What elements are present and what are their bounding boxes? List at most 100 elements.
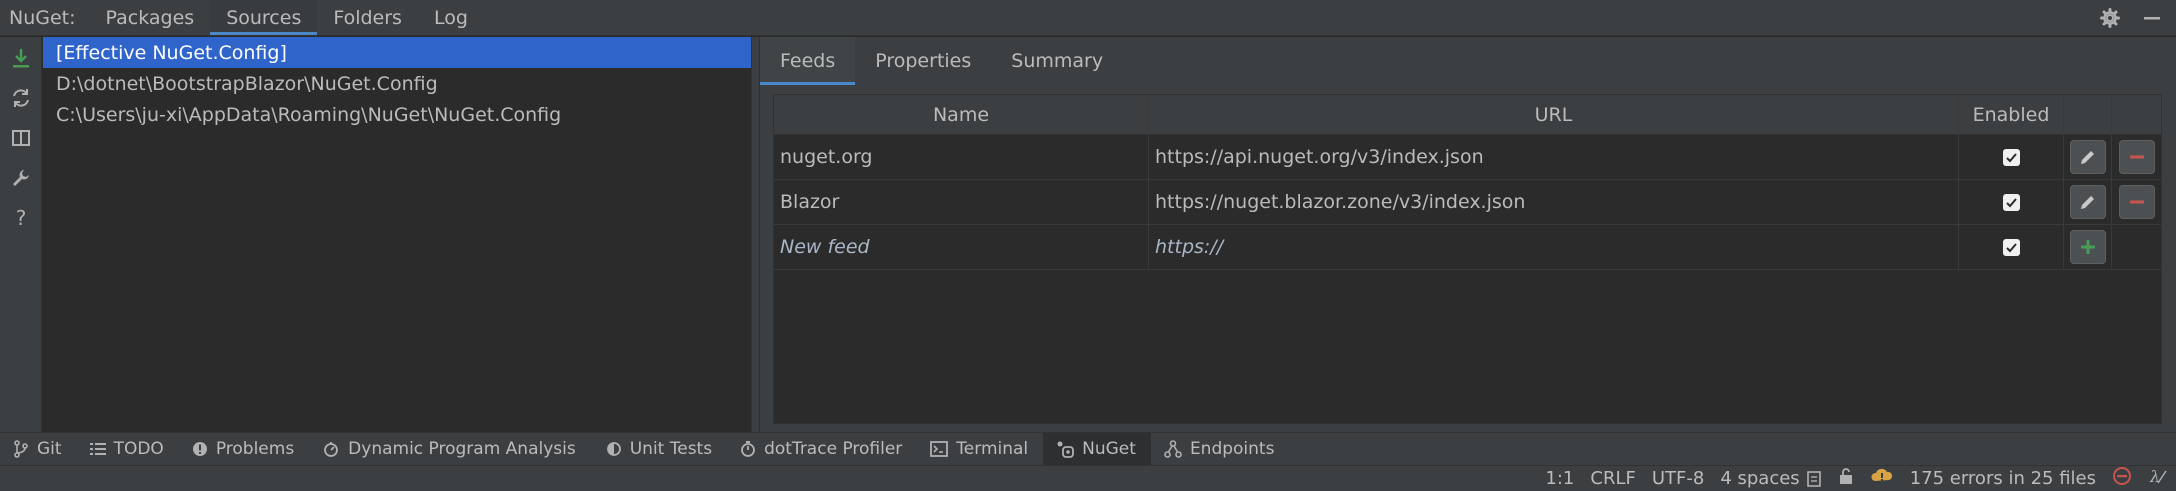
feed-name-cell[interactable]: Blazor <box>774 180 1149 224</box>
minus-icon <box>2129 200 2144 204</box>
tab-summary[interactable]: Summary <box>991 37 1123 85</box>
source-item[interactable]: D:\dotnet\BootstrapBlazor\NuGet.Config <box>43 68 751 99</box>
warning-cloud-icon[interactable] <box>1870 466 1894 491</box>
unit-tests-icon <box>606 442 621 456</box>
feed-url-cell[interactable]: https://nuget.blazor.zone/v3/index.json <box>1149 180 1959 224</box>
column-header-url[interactable]: URL <box>1149 95 1959 134</box>
indent-setting[interactable]: 4 spaces <box>1720 468 1821 489</box>
columns-icon[interactable] <box>5 123 37 153</box>
enabled-checkbox[interactable] <box>2002 193 2020 211</box>
tool-window-label: NuGet <box>1082 439 1136 459</box>
feed-url-cell[interactable]: https://api.nuget.org/v3/index.json <box>1149 135 1959 179</box>
feed-name-cell[interactable]: nuget.org <box>774 135 1149 179</box>
stopwatch-icon <box>741 441 755 457</box>
feed-remove-cell <box>2112 135 2161 179</box>
minus-icon <box>2129 155 2144 159</box>
pencil-icon <box>2080 196 2094 209</box>
edit-feed-button[interactable] <box>2069 185 2106 219</box>
no-entry-icon[interactable] <box>2112 466 2132 491</box>
table-row: Blazor https://nuget.blazor.zone/v3/inde… <box>774 180 2161 225</box>
tab-log[interactable]: Log <box>418 0 484 35</box>
tool-window-label: Unit Tests <box>629 439 713 459</box>
nuget-tab-bar: NuGet: Packages Sources Folders Log <box>0 0 2176 36</box>
tab-feeds[interactable]: Feeds <box>760 37 856 85</box>
file-encoding[interactable]: UTF-8 <box>1652 468 1704 489</box>
source-item[interactable]: C:\Users\ju-xi\AppData\Roaming\NuGet\NuG… <box>43 99 751 130</box>
tool-window-label: Endpoints <box>1189 439 1275 459</box>
remove-feed-button[interactable] <box>2118 185 2155 219</box>
terminal-icon <box>930 441 949 457</box>
tool-window-terminal[interactable]: Terminal <box>917 433 1043 465</box>
tab-properties[interactable]: Properties <box>855 37 991 85</box>
enabled-checkbox[interactable] <box>2002 148 2020 166</box>
inspection-icon[interactable]: λ <box>2148 466 2168 491</box>
tool-window-label: Dynamic Program Analysis <box>348 439 576 459</box>
tool-window-bar: Git TODO Problems Dynamic Program Analys… <box>0 432 2176 465</box>
editorconfig-icon <box>1806 470 1821 487</box>
tool-window-label: TODO <box>113 439 164 459</box>
tool-window-git[interactable]: Git <box>0 433 77 465</box>
tool-window-label: Terminal <box>956 439 1029 459</box>
tool-window-unit-tests[interactable]: Unit Tests <box>591 433 727 465</box>
column-header-enabled[interactable]: Enabled <box>1959 95 2064 134</box>
nuget-icon <box>1057 441 1075 458</box>
download-icon[interactable] <box>5 43 37 73</box>
new-feed-url-cell[interactable]: https:// <box>1149 225 1959 269</box>
tool-window-label: Git <box>37 439 62 459</box>
feed-enabled-cell <box>1959 135 2064 179</box>
tool-window-endpoints[interactable]: Endpoints <box>1151 433 1290 465</box>
lock-icon[interactable] <box>1838 467 1854 490</box>
detail-tabs: Feeds Properties Summary <box>760 37 2176 85</box>
new-feed-row: New feed https:// <box>774 225 2161 270</box>
source-item[interactable]: [Effective NuGet.Config] <box>43 37 751 68</box>
error-count[interactable]: 175 errors in 25 files <box>1910 468 2096 489</box>
tool-window-dynamic-program-analysis[interactable]: Dynamic Program Analysis <box>309 433 591 465</box>
status-bar: 1:1 CRLF UTF-8 4 spaces 175 errors in 25… <box>0 465 2176 491</box>
wrench-icon[interactable] <box>5 163 37 193</box>
tool-window-label: dotTrace Profiler <box>764 439 903 459</box>
tool-window-problems[interactable]: Problems <box>179 433 309 465</box>
edit-feed-button[interactable] <box>2069 140 2106 174</box>
table-row: nuget.org https://api.nuget.org/v3/index… <box>774 135 2161 180</box>
column-header-edit <box>2064 95 2112 134</box>
pencil-icon <box>2080 151 2094 164</box>
tool-window-nuget[interactable]: NuGet <box>1043 433 1151 465</box>
feed-enabled-cell <box>1959 225 2064 269</box>
dpa-icon <box>324 442 339 457</box>
tab-folders[interactable]: Folders <box>317 0 418 35</box>
feeds-table: Name URL Enabled nuget.org https://api.n… <box>773 94 2162 424</box>
caret-position[interactable]: 1:1 <box>1545 468 1574 489</box>
tool-window-dottrace-profiler[interactable]: dotTrace Profiler <box>727 433 917 465</box>
plus-icon <box>2080 240 2095 254</box>
refresh-icon[interactable] <box>5 83 37 113</box>
problems-icon <box>192 442 207 456</box>
tab-sources[interactable]: Sources <box>210 0 318 35</box>
nuget-title: NuGet: <box>9 6 76 29</box>
enabled-checkbox[interactable] <box>2002 238 2020 256</box>
feed-edit-cell <box>2064 180 2112 224</box>
remove-feed-button[interactable] <box>2118 140 2155 174</box>
tool-window-label: Problems <box>215 439 295 459</box>
feed-empty-cell <box>2112 225 2161 269</box>
svg-text:?: ? <box>15 207 26 229</box>
feed-add-cell <box>2064 225 2112 269</box>
feed-remove-cell <box>2112 180 2161 224</box>
column-header-name[interactable]: Name <box>774 95 1149 134</box>
git-branch-icon <box>14 440 28 458</box>
new-feed-name-cell[interactable]: New feed <box>774 225 1149 269</box>
minimize-icon[interactable] <box>2138 4 2166 32</box>
source-detail-pane: Feeds Properties Summary Name URL Enable… <box>760 37 2176 432</box>
indent-label: 4 spaces <box>1720 468 1800 489</box>
panel-splitter[interactable] <box>751 37 760 432</box>
tab-packages[interactable]: Packages <box>90 0 211 35</box>
feed-enabled-cell <box>1959 180 2064 224</box>
feed-edit-cell <box>2064 135 2112 179</box>
gear-icon[interactable] <box>2096 4 2124 32</box>
add-feed-button[interactable] <box>2069 230 2106 264</box>
table-header: Name URL Enabled <box>774 95 2161 135</box>
line-separator[interactable]: CRLF <box>1590 468 1635 489</box>
sources-list: [Effective NuGet.Config] D:\dotnet\Boots… <box>43 37 751 432</box>
list-icon <box>89 443 106 455</box>
tool-window-todo[interactable]: TODO <box>77 433 179 465</box>
help-icon[interactable]: ? <box>5 203 37 233</box>
